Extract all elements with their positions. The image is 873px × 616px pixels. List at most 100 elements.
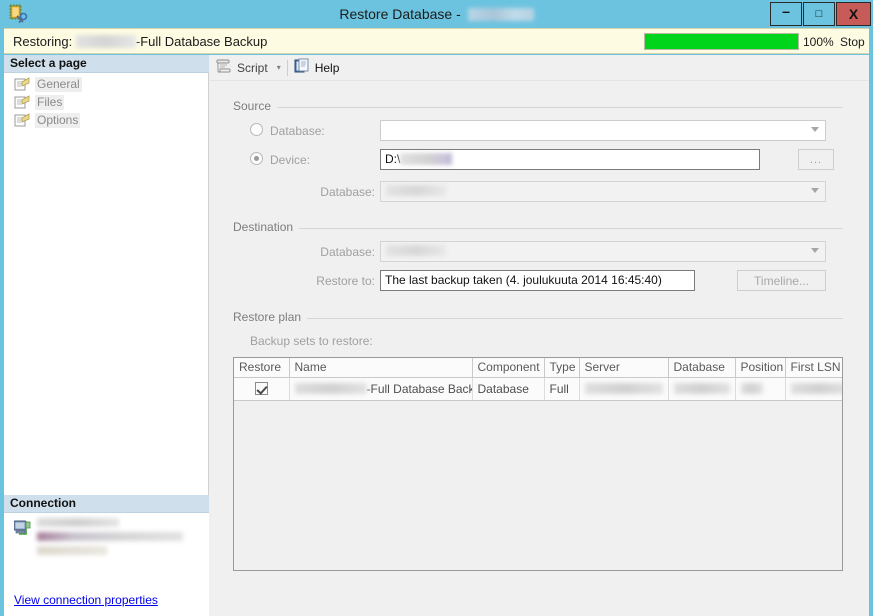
connection-section: Connection View connection properties	[4, 495, 209, 616]
restore-progress-bar: Restoring: -Full Database Backup 100% St…	[4, 28, 869, 54]
destination-group: Destination Database: Restore to: The la…	[210, 220, 869, 305]
cell-name-text: -Full Database Backup	[366, 381, 472, 396]
right-pane: Script ▾ Help Source Database: Device: D…	[210, 55, 869, 616]
destination-restore-to-value: The last backup taken (4. joulukuuta 201…	[380, 270, 695, 291]
progress-fill	[645, 34, 798, 49]
cell-name: -Full Database Backup	[289, 377, 473, 401]
cell-name-redacted	[294, 382, 367, 394]
page-icon	[14, 112, 30, 128]
table-row[interactable]: -Full Database Backup Database Full	[234, 377, 842, 401]
cell-restore-checkbox[interactable]	[234, 377, 290, 401]
page-icon	[14, 76, 30, 92]
column-header-position[interactable]: Position	[735, 358, 786, 378]
source-group-rule	[272, 107, 843, 108]
page-icon	[14, 94, 30, 110]
destination-group-rule	[296, 228, 843, 229]
sidebar-item-options[interactable]: Options	[4, 111, 209, 129]
column-header-name[interactable]: Name	[289, 358, 473, 378]
source-device-radio[interactable]	[250, 152, 263, 165]
left-pane: Select a page General Files Options Conn…	[4, 55, 209, 616]
help-label: Help	[314, 60, 340, 75]
restore-plan-group-rule	[302, 318, 843, 319]
dialog-body: Select a page General Files Options Conn…	[4, 55, 869, 616]
column-header-database[interactable]: Database	[668, 358, 736, 378]
cell-component: Database	[472, 377, 545, 401]
restoring-prefix: Restoring:	[13, 34, 76, 49]
sidebar-item-general[interactable]: General	[4, 75, 209, 93]
view-connection-properties-link[interactable]: View connection properties	[14, 593, 158, 607]
chevron-down-icon	[811, 188, 819, 193]
destination-database-value	[386, 245, 446, 259]
backup-sets-label: Backup sets to restore:	[250, 334, 373, 348]
column-header-server[interactable]: Server	[579, 358, 669, 378]
server-connection-icon	[13, 520, 32, 536]
restoring-redacted-database	[75, 35, 136, 48]
restore-checkbox[interactable]	[254, 381, 268, 395]
sidebar-item-label: Files	[35, 94, 65, 110]
source-database-combo[interactable]	[380, 120, 826, 141]
minimize-button[interactable]: –	[770, 2, 802, 26]
progress-track	[644, 33, 799, 50]
chevron-down-icon[interactable]: ▾	[277, 63, 281, 72]
table-empty-area	[234, 406, 842, 570]
sidebar-item-label: Options	[35, 112, 81, 128]
source-database-label: Database:	[270, 124, 325, 138]
table-header-row: Restore Name Component Type Server Datab…	[234, 358, 842, 378]
page-list: General Files Options	[4, 75, 209, 129]
script-icon	[215, 58, 233, 77]
source-group-title: Source	[233, 99, 278, 113]
restoring-suffix: -Full Database Backup	[135, 34, 268, 49]
browse-device-button[interactable]: ...	[798, 149, 834, 170]
progress-percent-label: 100%	[803, 35, 834, 49]
connection-header: Connection	[4, 495, 209, 513]
window-title-text: Restore Database -	[339, 6, 465, 22]
destination-database-label: Database:	[320, 245, 375, 259]
source-device-database-value	[386, 185, 446, 199]
window-title-redacted-server	[467, 8, 534, 21]
source-device-database-combo[interactable]	[380, 181, 826, 202]
column-header-restore[interactable]: Restore	[234, 358, 290, 378]
timeline-button[interactable]: Timeline...	[737, 270, 826, 291]
destination-restore-to-label: Restore to:	[316, 274, 375, 288]
source-device-path-input[interactable]: D:\	[380, 149, 760, 170]
destination-database-combo[interactable]	[380, 241, 826, 262]
sidebar-item-label: General	[35, 76, 82, 92]
chevron-down-icon	[811, 248, 819, 253]
source-device-path-value: D:\	[385, 152, 401, 166]
source-group: Source Database: Device: D:\ ... Databas…	[210, 99, 869, 209]
minimize-icon: –	[782, 2, 790, 19]
restoring-status-text: Restoring: -Full Database Backup	[13, 29, 267, 55]
column-header-first-lsn[interactable]: First LSN	[785, 358, 842, 378]
backup-sets-table[interactable]: Restore Name Component Type Server Datab…	[233, 357, 843, 571]
column-header-type[interactable]: Type	[544, 358, 580, 378]
help-button[interactable]: Help	[294, 57, 340, 79]
maximize-icon: □	[815, 7, 823, 20]
cell-position	[735, 377, 786, 401]
chevron-down-icon	[811, 127, 819, 132]
sidebar-item-files[interactable]: Files	[4, 93, 209, 111]
source-device-label: Device:	[270, 153, 311, 167]
destination-group-title: Destination	[233, 220, 300, 234]
toolbar-separator	[286, 59, 288, 76]
window-title: Restore Database -	[0, 0, 873, 28]
restore-database-window: Restore Database - – □ X Restoring: -Ful…	[0, 0, 873, 616]
restore-plan-group: Restore plan Backup sets to restore: Res…	[210, 310, 869, 610]
cell-database	[668, 377, 736, 401]
column-header-component[interactable]: Component	[472, 358, 545, 378]
cell-server	[579, 377, 669, 401]
cell-first-lsn	[785, 377, 842, 401]
close-button[interactable]: X	[836, 2, 871, 26]
source-database-radio[interactable]	[250, 123, 263, 136]
script-button[interactable]: Script	[215, 57, 268, 79]
restore-plan-group-title: Restore plan	[233, 310, 308, 324]
source-device-path-redacted	[400, 153, 453, 165]
select-a-page-header: Select a page	[4, 55, 209, 73]
connection-details-redacted	[37, 518, 197, 566]
script-label: Script	[237, 60, 268, 75]
maximize-button[interactable]: □	[803, 2, 835, 26]
close-icon: X	[848, 6, 859, 22]
cell-type: Full	[544, 377, 580, 401]
source-device-database-label: Database:	[320, 185, 375, 199]
stop-button[interactable]: Stop	[840, 29, 865, 55]
title-bar: Restore Database - – □ X	[0, 0, 873, 28]
